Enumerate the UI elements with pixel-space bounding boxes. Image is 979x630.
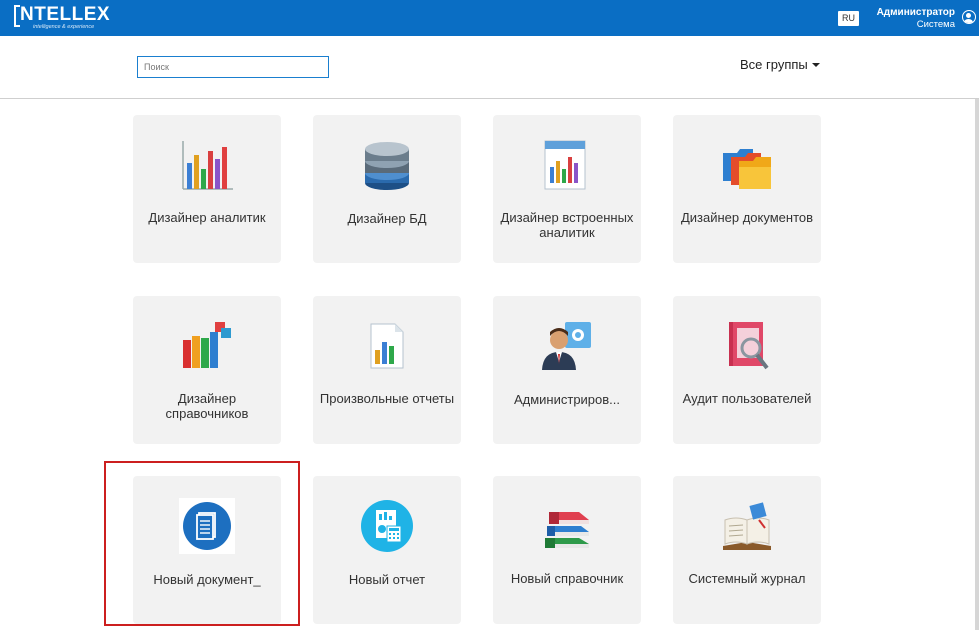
report-chart-icon: [544, 140, 586, 190]
tile-label: Новый справочник: [510, 571, 624, 586]
journal-icon: [723, 502, 771, 550]
tile-label: Аудит пользователей: [682, 391, 812, 406]
tile-directories-designer[interactable]: Дизайнер справочников: [133, 296, 281, 444]
audit-icon: [729, 322, 769, 370]
header-divider: [0, 98, 979, 99]
tile-system-journal[interactable]: Системный журнал: [673, 476, 821, 624]
tile-new-report[interactable]: Новый отчет: [313, 476, 461, 624]
new-document-icon: [179, 498, 235, 554]
tile-label: Произвольные отчеты: [319, 391, 455, 406]
tile-new-directory[interactable]: Новый справочник: [493, 476, 641, 624]
tile-analytics-designer[interactable]: Дизайнер аналитик: [133, 115, 281, 263]
tile-label: Новый документ_: [153, 572, 261, 587]
groups-dropdown-label: Все группы: [740, 57, 808, 72]
tile-label: Системный журнал: [688, 571, 806, 586]
bar-chart-icon: [182, 141, 233, 190]
new-report-icon: [361, 500, 413, 552]
language-button[interactable]: RU: [838, 11, 859, 26]
tile-label: Дизайнер аналитик: [148, 210, 266, 225]
tile-label: Дизайнер документов: [680, 210, 814, 225]
tile-user-audit[interactable]: Аудит пользователей: [673, 296, 821, 444]
intellex-logo[interactable]: NTELLEX intelligence & experience: [14, 4, 110, 32]
user-role: Система: [916, 19, 955, 30]
search-input[interactable]: [137, 56, 329, 78]
user-avatar-icon[interactable]: [962, 10, 976, 24]
scrollbar[interactable]: [975, 99, 979, 630]
database-icon: [365, 142, 409, 190]
tile-label: Администриров...: [513, 392, 621, 407]
tile-label: Дизайнер встроенных аналитик: [500, 210, 634, 240]
tile-db-designer[interactable]: Дизайнер БД: [313, 115, 461, 263]
tile-custom-reports[interactable]: Произвольные отчеты: [313, 296, 461, 444]
chevron-down-icon: [811, 62, 820, 67]
user-name[interactable]: Администратор: [877, 7, 955, 18]
tile-documents-designer[interactable]: Дизайнер документов: [673, 115, 821, 263]
tile-administration[interactable]: Администриров...: [493, 296, 641, 444]
tile-label: Новый отчет: [348, 572, 426, 587]
tile-label: Дизайнер справочников: [165, 391, 249, 421]
books-icon: [183, 322, 231, 368]
top-bar: NTELLEX intelligence & experience RU Адм…: [0, 0, 979, 36]
groups-dropdown[interactable]: Все группы: [740, 57, 820, 72]
tile-embedded-analytics-designer[interactable]: Дизайнер встроенных аналитик: [493, 115, 641, 263]
folders-icon: [723, 149, 771, 189]
logo-text: NTELLEX: [20, 4, 111, 25]
stacked-books-icon: [545, 512, 589, 548]
logo-tagline: intelligence & experience: [33, 24, 95, 30]
tile-label: Дизайнер БД: [347, 211, 427, 226]
admin-user-icon: [542, 322, 591, 370]
document-chart-icon: [370, 323, 404, 369]
tile-new-document[interactable]: Новый документ_: [133, 476, 281, 624]
